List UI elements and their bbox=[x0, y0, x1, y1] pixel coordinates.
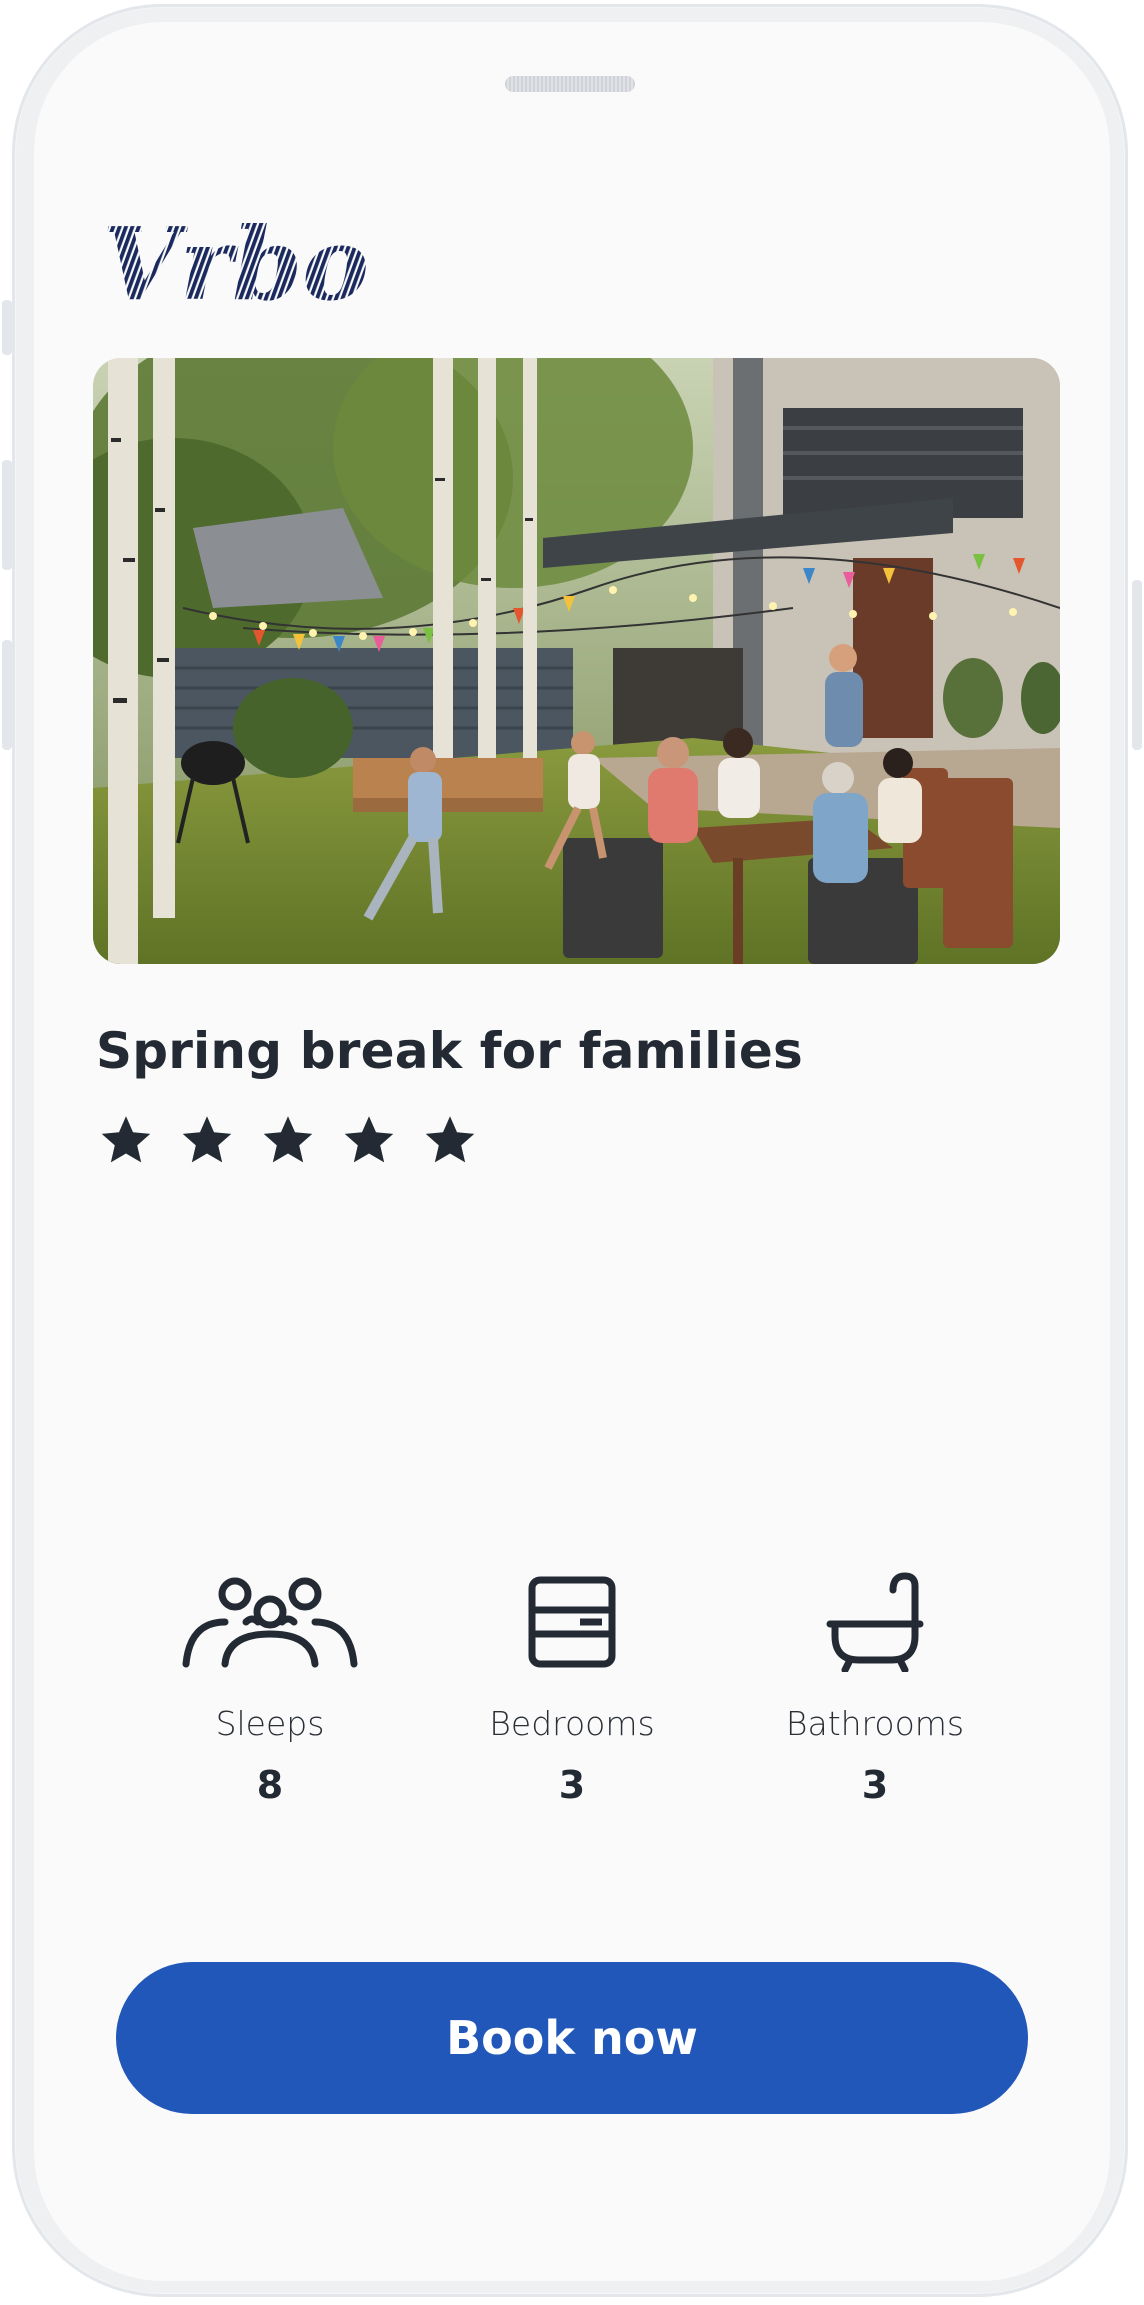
star-icon bbox=[263, 1116, 313, 1163]
people-icon bbox=[182, 1577, 358, 1668]
amenity-sleeps: Sleeps 8 bbox=[140, 1562, 400, 1807]
app-screen: Vrbo Spring break for families Sleeps 8 … bbox=[34, 22, 1110, 2281]
phone-power-button bbox=[1132, 580, 1142, 750]
amenity-value: 3 bbox=[861, 1763, 889, 1807]
phone-volume-down-button bbox=[2, 640, 12, 750]
bathtub-icon bbox=[826, 1572, 924, 1672]
amenity-value: 8 bbox=[256, 1763, 284, 1807]
logo-wordmark: Vrbo bbox=[102, 217, 369, 317]
star-icon bbox=[182, 1116, 232, 1163]
bed-icon bbox=[528, 1576, 616, 1668]
phone-volume-up-button bbox=[2, 460, 12, 570]
amenity-bedrooms: Bedrooms 3 bbox=[442, 1562, 702, 1807]
listing-photo[interactable] bbox=[93, 358, 1060, 964]
phone-side-button bbox=[2, 300, 12, 355]
star-rating bbox=[98, 1112, 478, 1168]
star-icon bbox=[101, 1116, 151, 1163]
amenity-value: 3 bbox=[558, 1763, 586, 1807]
amenity-bathrooms: Bathrooms 3 bbox=[745, 1562, 1005, 1807]
listing-title: Spring break for families bbox=[96, 1022, 804, 1080]
amenity-label: Sleeps bbox=[215, 1704, 325, 1743]
amenity-label: Bathrooms bbox=[785, 1704, 965, 1743]
star-icon bbox=[425, 1116, 475, 1163]
amenity-label: Bedrooms bbox=[489, 1704, 655, 1743]
star-icon bbox=[344, 1116, 394, 1163]
book-now-button[interactable]: Book now bbox=[116, 1962, 1028, 2114]
speaker-grille bbox=[505, 76, 635, 92]
vrbo-logo[interactable]: Vrbo bbox=[102, 217, 372, 317]
